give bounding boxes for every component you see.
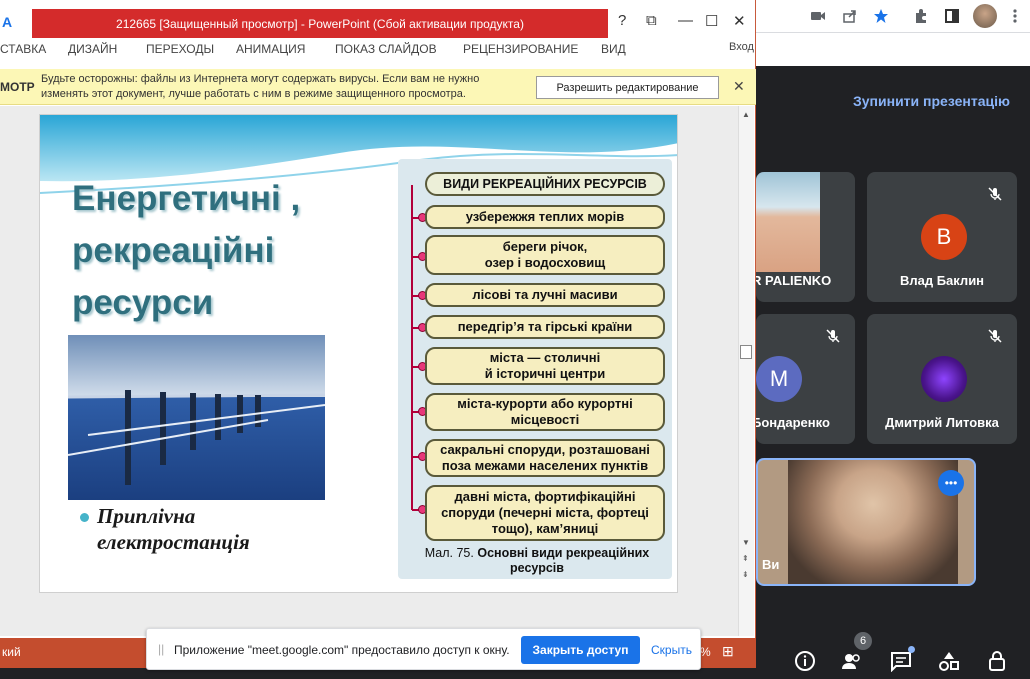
status-language: кий — [2, 645, 21, 659]
camera-icon[interactable] — [810, 8, 826, 24]
avatar-image — [921, 356, 967, 402]
participant-video — [756, 172, 820, 272]
bookmark-star-icon[interactable] — [873, 8, 889, 24]
window-title: 212665 [Защищенный просмотр] - PowerPoin… — [32, 9, 608, 38]
avatar: M — [756, 356, 802, 402]
participant-name: R PALIENKO — [756, 273, 832, 288]
vertical-scrollbar[interactable]: ▲ ▼ ⇞ ⇟ — [738, 106, 754, 636]
participant-name: Дмитрий Литовка — [885, 415, 999, 430]
close-protected-bar-icon[interactable]: ✕ — [733, 78, 745, 95]
drag-handle[interactable]: || — [158, 642, 164, 656]
diagram-header: ВИДИ РЕКРЕАЦІЙНИХ РЕСУРСІВ — [425, 172, 665, 196]
sidepanel-icon[interactable] — [944, 8, 960, 24]
extensions-icon[interactable] — [913, 8, 929, 24]
share-banner-text: Приложение "meet.google.com" предоставил… — [174, 643, 510, 657]
figure-caption: Мал. 75. Основні види рекреаційних ресур… — [424, 546, 650, 575]
prev-slide-arrow[interactable]: ⇞ — [742, 554, 749, 563]
photo-caption: Приплivна електростанція — [97, 504, 250, 554]
tab-design[interactable]: ДИЗАЙН — [68, 42, 117, 56]
chat-notification-dot — [908, 646, 915, 653]
next-slide-arrow[interactable]: ⇟ — [742, 570, 749, 579]
tab-animations[interactable]: АНИМАЦИЯ — [236, 42, 305, 56]
people-icon[interactable] — [841, 650, 863, 672]
self-video-tile[interactable]: ••• Ви — [756, 458, 976, 586]
activities-icon[interactable] — [938, 650, 960, 672]
participant-tile[interactable]: B Влад Баклин — [867, 172, 1017, 302]
host-controls-icon[interactable] — [986, 650, 1008, 672]
chat-icon[interactable] — [890, 650, 912, 672]
scroll-thumb[interactable] — [740, 345, 752, 359]
enable-editing-button[interactable]: Разрешить редактирование — [536, 76, 719, 99]
more-menu-icon[interactable] — [1007, 8, 1023, 24]
diagram-item: узбережжя теплих морів — [425, 205, 665, 229]
diagram-item: сакральні споруди, розташовані поза межам… — [425, 439, 665, 477]
participant-tile[interactable]: Дмитрий Литовка — [867, 314, 1017, 444]
people-count-badge: 6 — [854, 632, 872, 650]
tab-review[interactable]: РЕЦЕНЗИРОВАНИЕ — [463, 42, 578, 56]
tab-slideshow[interactable]: ПОКАЗ СЛАЙДОВ — [335, 42, 437, 56]
hide-banner-link[interactable]: Скрыть — [651, 643, 692, 657]
close-button[interactable]: ✕ — [733, 12, 746, 30]
screen-share-banner: || Приложение "meet.google.com" предоста… — [146, 628, 701, 670]
mic-off-icon — [988, 187, 1002, 201]
divider — [756, 32, 1030, 33]
recreation-resources-diagram: ВИДИ РЕКРЕАЦІЙНИХ РЕСУРСІВ узбережжя теп… — [398, 159, 672, 579]
slide-title: Енергетичні , рекреаційні ресурси — [72, 179, 301, 322]
participant-tile[interactable]: R PALIENKO — [756, 172, 855, 302]
ribbon-tabs: СТАВКА ДИЗАЙН ПЕРЕХОДЫ АНИМАЦИЯ ПОКАЗ СЛ… — [0, 38, 756, 62]
tidal-plant-photo — [68, 335, 325, 500]
diagram-item: міста — столичні й історичні центри — [425, 347, 665, 385]
participant-name: Ви — [762, 557, 780, 572]
fit-slide-icon[interactable]: ⊞ — [722, 643, 734, 660]
zoom-percent[interactable]: % — [700, 645, 711, 659]
mic-off-icon — [988, 329, 1002, 343]
diagram-item: давні міста, фортифікаційні споруди (пече… — [425, 485, 665, 541]
diagram-item: береги річок, озер і водосховищ — [425, 235, 665, 275]
scroll-up-arrow[interactable]: ▲ — [742, 110, 750, 119]
speaking-indicator: ••• — [938, 470, 964, 496]
diagram-item: лісові та лучні масиви — [425, 283, 665, 307]
diagram-item: міста-курорти або курортні місцевості — [425, 393, 665, 431]
signin-link[interactable]: Вход — [729, 41, 754, 53]
avatar: B — [921, 214, 967, 260]
tab-transitions[interactable]: ПЕРЕХОДЫ — [146, 42, 214, 56]
stop-sharing-button[interactable]: Закрыть доступ — [521, 636, 640, 664]
protected-view-message: Будьте осторожны: файлы из Интернета мог… — [41, 73, 480, 100]
info-icon[interactable] — [794, 650, 816, 672]
profile-avatar[interactable] — [973, 4, 997, 28]
share-icon[interactable] — [842, 8, 858, 24]
self-video — [788, 460, 958, 584]
ribbon-display-button[interactable]: ⧉ — [646, 12, 657, 29]
bullet-dot — [80, 513, 89, 522]
participant-name: Влад Баклин — [899, 273, 985, 288]
diagram-item: передгір’я та гірські країни — [425, 315, 665, 339]
stop-presentation-button[interactable]: Зупинити презентацію — [853, 93, 1010, 109]
scroll-down-arrow[interactable]: ▼ — [742, 538, 750, 547]
mic-off-icon — [826, 329, 840, 343]
participant-name: Бондаренко — [756, 415, 830, 430]
protected-view-tag: МОТР — [0, 80, 35, 94]
help-button[interactable]: ? — [618, 12, 626, 29]
minimize-button[interactable]: — — [678, 12, 693, 29]
ppt-app-icon[interactable]: A — [2, 14, 12, 30]
chrome-toolbar — [756, 0, 1030, 66]
tab-view[interactable]: ВИД — [601, 42, 626, 56]
slide: Енергетичні , рекреаційні ресурси Приплi… — [39, 114, 678, 593]
maximize-button[interactable]: ☐ — [705, 12, 718, 30]
tab-insert[interactable]: СТАВКА — [0, 42, 46, 56]
participant-tile[interactable]: M Бондаренко — [756, 314, 855, 444]
diagram-connector-line — [411, 185, 413, 510]
